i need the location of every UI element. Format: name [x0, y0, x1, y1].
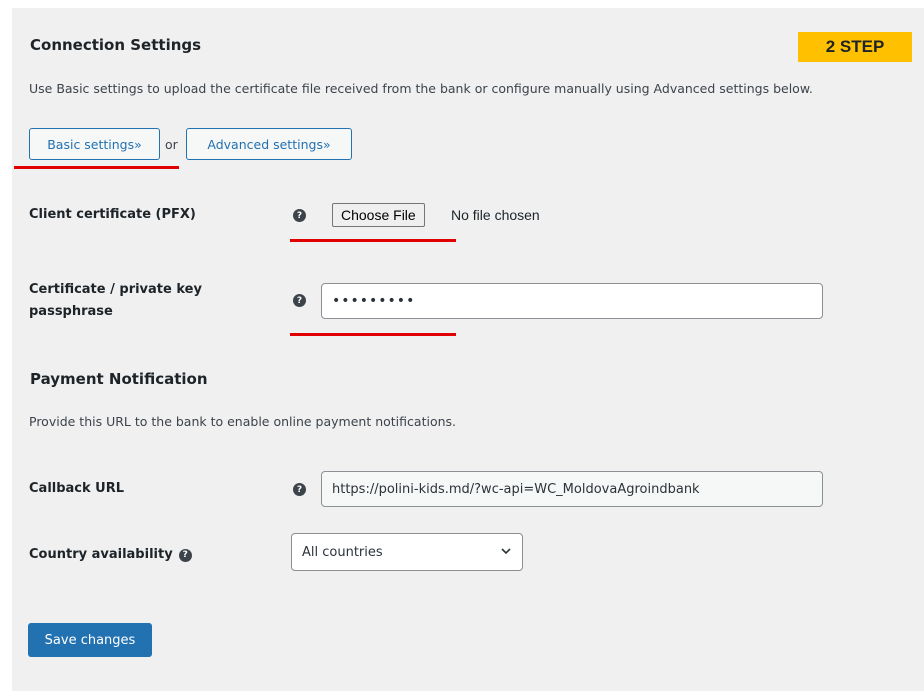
- settings-panel: [12, 8, 924, 691]
- callback-url-label: Callback URL: [29, 481, 125, 496]
- passphrase-label-line1: Certificate / private key: [29, 282, 202, 297]
- step-badge: 2 STEP: [798, 32, 912, 62]
- or-separator: or: [165, 137, 178, 152]
- country-availability-label-text: Country availability: [29, 547, 173, 562]
- file-input-highlight: [290, 239, 456, 242]
- chevron-down-icon: [501, 548, 511, 555]
- payment-notification-heading: Payment Notification: [30, 370, 208, 388]
- connection-settings-heading: Connection Settings: [30, 36, 202, 54]
- question-circle-icon[interactable]: ?: [293, 294, 306, 307]
- passphrase-highlight: [290, 333, 456, 336]
- basic-settings-button[interactable]: Basic settings»: [29, 128, 160, 160]
- client-certificate-label: Client certificate (PFX): [29, 207, 196, 222]
- save-changes-button[interactable]: Save changes: [28, 623, 152, 657]
- payment-notification-description: Provide this URL to the bank to enable o…: [29, 414, 456, 429]
- choose-file-button[interactable]: Choose File: [332, 203, 425, 227]
- connection-description: Use Basic settings to upload the certifi…: [29, 81, 813, 96]
- question-circle-icon[interactable]: ?: [178, 548, 192, 562]
- callback-url-input[interactable]: https://polini-kids.md/?wc-api=WC_Moldov…: [321, 471, 823, 507]
- advanced-settings-button[interactable]: Advanced settings»: [186, 128, 352, 160]
- basic-settings-highlight: [14, 166, 179, 169]
- country-availability-label: Country availability ?: [29, 544, 192, 566]
- file-status-text: No file chosen: [451, 207, 540, 223]
- passphrase-label-line2: passphrase: [29, 304, 113, 319]
- passphrase-input[interactable]: •••••••••: [321, 283, 823, 319]
- country-select-value: All countries: [302, 544, 383, 560]
- question-circle-icon[interactable]: ?: [293, 483, 306, 496]
- question-circle-icon[interactable]: ?: [293, 209, 306, 222]
- country-select[interactable]: All countries: [291, 533, 523, 571]
